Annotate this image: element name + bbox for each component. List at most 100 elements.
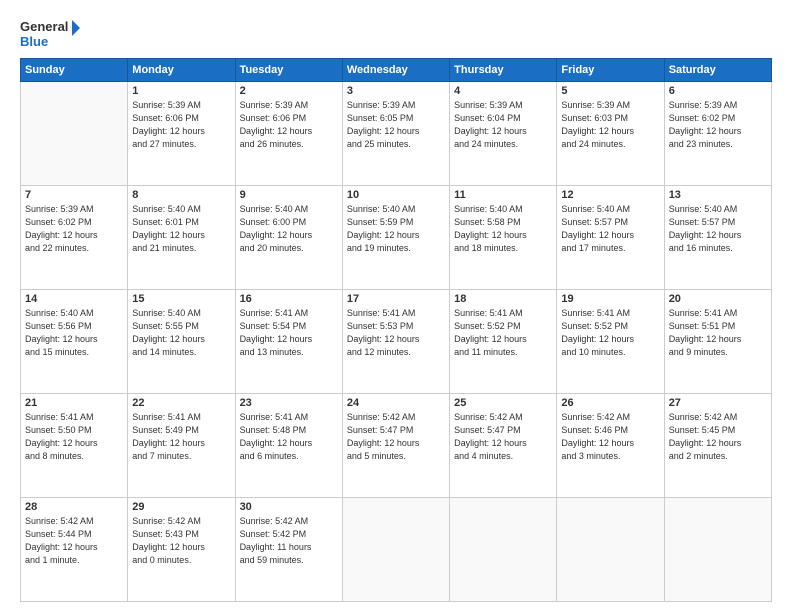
day-number: 14 [25,293,123,305]
day-info: Sunrise: 5:42 AM Sunset: 5:47 PM Dayligh… [347,411,445,463]
day-number: 2 [240,85,338,97]
day-info: Sunrise: 5:42 AM Sunset: 5:47 PM Dayligh… [454,411,552,463]
day-number: 10 [347,189,445,201]
day-info: Sunrise: 5:40 AM Sunset: 5:57 PM Dayligh… [561,203,659,255]
svg-text:General: General [20,19,68,34]
logo: General Blue [20,16,80,52]
calendar-day-cell: 14 Sunrise: 5:40 AM Sunset: 5:56 PM Dayli… [21,290,128,394]
day-number: 12 [561,189,659,201]
day-number: 24 [347,397,445,409]
calendar-day-cell: 30 Sunrise: 5:42 AM Sunset: 5:42 PM Dayli… [235,498,342,602]
day-number: 27 [669,397,767,409]
calendar-day-header: Friday [557,59,664,82]
calendar-day-cell [450,498,557,602]
calendar-day-cell: 20 Sunrise: 5:41 AM Sunset: 5:51 PM Dayli… [664,290,771,394]
logo-svg: General Blue [20,16,80,52]
day-number: 23 [240,397,338,409]
calendar-day-cell: 7 Sunrise: 5:39 AM Sunset: 6:02 PM Daylig… [21,186,128,290]
calendar-day-cell: 16 Sunrise: 5:41 AM Sunset: 5:54 PM Dayli… [235,290,342,394]
calendar-day-cell [664,498,771,602]
day-number: 11 [454,189,552,201]
calendar-day-header: Wednesday [342,59,449,82]
calendar-day-cell [21,82,128,186]
day-info: Sunrise: 5:40 AM Sunset: 5:58 PM Dayligh… [454,203,552,255]
day-number: 30 [240,501,338,513]
calendar-day-cell: 5 Sunrise: 5:39 AM Sunset: 6:03 PM Daylig… [557,82,664,186]
day-number: 1 [132,85,230,97]
calendar-day-cell: 2 Sunrise: 5:39 AM Sunset: 6:06 PM Daylig… [235,82,342,186]
calendar-day-cell: 23Sunrise: 5:41 AM Sunset: 5:48 PM Dayli… [235,394,342,498]
calendar-day-cell: 22Sunrise: 5:41 AM Sunset: 5:49 PM Dayli… [128,394,235,498]
day-info: Sunrise: 5:41 AM Sunset: 5:54 PM Dayligh… [240,307,338,359]
day-info: Sunrise: 5:41 AM Sunset: 5:53 PM Dayligh… [347,307,445,359]
day-info: Sunrise: 5:39 AM Sunset: 6:04 PM Dayligh… [454,99,552,151]
day-info: Sunrise: 5:42 AM Sunset: 5:43 PM Dayligh… [132,515,230,567]
day-info: Sunrise: 5:42 AM Sunset: 5:42 PM Dayligh… [240,515,338,567]
day-number: 28 [25,501,123,513]
day-number: 3 [347,85,445,97]
day-info: Sunrise: 5:39 AM Sunset: 6:06 PM Dayligh… [240,99,338,151]
day-info: Sunrise: 5:41 AM Sunset: 5:51 PM Dayligh… [669,307,767,359]
day-number: 4 [454,85,552,97]
calendar-day-cell: 28 Sunrise: 5:42 AM Sunset: 5:44 PM Dayli… [21,498,128,602]
day-number: 5 [561,85,659,97]
day-info: Sunrise: 5:42 AM Sunset: 5:45 PM Dayligh… [669,411,767,463]
calendar-day-cell: 13Sunrise: 5:40 AM Sunset: 5:57 PM Dayli… [664,186,771,290]
calendar-week-row: 21 Sunrise: 5:41 AM Sunset: 5:50 PM Dayli… [21,394,772,498]
calendar-day-cell: 27 Sunrise: 5:42 AM Sunset: 5:45 PM Dayli… [664,394,771,498]
calendar-week-row: 14 Sunrise: 5:40 AM Sunset: 5:56 PM Dayli… [21,290,772,394]
calendar-week-row: 7 Sunrise: 5:39 AM Sunset: 6:02 PM Daylig… [21,186,772,290]
day-number: 20 [669,293,767,305]
day-number: 15 [132,293,230,305]
calendar-day-cell: 18 Sunrise: 5:41 AM Sunset: 5:52 PM Dayli… [450,290,557,394]
day-info: Sunrise: 5:40 AM Sunset: 5:56 PM Dayligh… [25,307,123,359]
day-info: Sunrise: 5:39 AM Sunset: 6:06 PM Dayligh… [132,99,230,151]
day-number: 25 [454,397,552,409]
day-number: 9 [240,189,338,201]
calendar-day-cell: 29Sunrise: 5:42 AM Sunset: 5:43 PM Dayli… [128,498,235,602]
day-info: Sunrise: 5:41 AM Sunset: 5:52 PM Dayligh… [454,307,552,359]
day-number: 26 [561,397,659,409]
calendar-day-cell: 3Sunrise: 5:39 AM Sunset: 6:05 PM Daylig… [342,82,449,186]
calendar-header-row: SundayMondayTuesdayWednesdayThursdayFrid… [21,59,772,82]
calendar-table: SundayMondayTuesdayWednesdayThursdayFrid… [20,58,772,602]
day-number: 21 [25,397,123,409]
day-info: Sunrise: 5:40 AM Sunset: 6:00 PM Dayligh… [240,203,338,255]
day-info: Sunrise: 5:41 AM Sunset: 5:52 PM Dayligh… [561,307,659,359]
calendar-week-row: 28 Sunrise: 5:42 AM Sunset: 5:44 PM Dayli… [21,498,772,602]
calendar-day-cell: 11 Sunrise: 5:40 AM Sunset: 5:58 PM Dayli… [450,186,557,290]
day-info: Sunrise: 5:40 AM Sunset: 6:01 PM Dayligh… [132,203,230,255]
calendar-day-cell: 19 Sunrise: 5:41 AM Sunset: 5:52 PM Dayli… [557,290,664,394]
day-info: Sunrise: 5:41 AM Sunset: 5:50 PM Dayligh… [25,411,123,463]
calendar-day-cell [557,498,664,602]
calendar-day-header: Saturday [664,59,771,82]
day-info: Sunrise: 5:40 AM Sunset: 5:55 PM Dayligh… [132,307,230,359]
day-info: Sunrise: 5:39 AM Sunset: 6:02 PM Dayligh… [25,203,123,255]
calendar-day-cell: 17Sunrise: 5:41 AM Sunset: 5:53 PM Dayli… [342,290,449,394]
day-number: 19 [561,293,659,305]
day-number: 16 [240,293,338,305]
calendar-day-cell: 12 Sunrise: 5:40 AM Sunset: 5:57 PM Dayli… [557,186,664,290]
calendar-day-cell: 8 Sunrise: 5:40 AM Sunset: 6:01 PM Daylig… [128,186,235,290]
calendar-day-header: Sunday [21,59,128,82]
calendar-day-cell: 26 Sunrise: 5:42 AM Sunset: 5:46 PM Dayli… [557,394,664,498]
calendar-day-cell: 15 Sunrise: 5:40 AM Sunset: 5:55 PM Dayli… [128,290,235,394]
day-number: 18 [454,293,552,305]
day-number: 8 [132,189,230,201]
day-info: Sunrise: 5:39 AM Sunset: 6:03 PM Dayligh… [561,99,659,151]
calendar-day-cell: 9 Sunrise: 5:40 AM Sunset: 6:00 PM Daylig… [235,186,342,290]
calendar-day-header: Monday [128,59,235,82]
page: General Blue SundayMondayTuesdayWednesda… [0,0,792,612]
calendar-week-row: 1 Sunrise: 5:39 AM Sunset: 6:06 PM Daylig… [21,82,772,186]
day-info: Sunrise: 5:42 AM Sunset: 5:44 PM Dayligh… [25,515,123,567]
day-info: Sunrise: 5:41 AM Sunset: 5:49 PM Dayligh… [132,411,230,463]
calendar-day-header: Thursday [450,59,557,82]
calendar-day-cell: 1 Sunrise: 5:39 AM Sunset: 6:06 PM Daylig… [128,82,235,186]
day-info: Sunrise: 5:42 AM Sunset: 5:46 PM Dayligh… [561,411,659,463]
calendar-day-cell: 25 Sunrise: 5:42 AM Sunset: 5:47 PM Dayli… [450,394,557,498]
calendar-day-cell: 4 Sunrise: 5:39 AM Sunset: 6:04 PM Daylig… [450,82,557,186]
day-number: 7 [25,189,123,201]
calendar-day-cell [342,498,449,602]
day-number: 13 [669,189,767,201]
svg-text:Blue: Blue [20,34,48,49]
